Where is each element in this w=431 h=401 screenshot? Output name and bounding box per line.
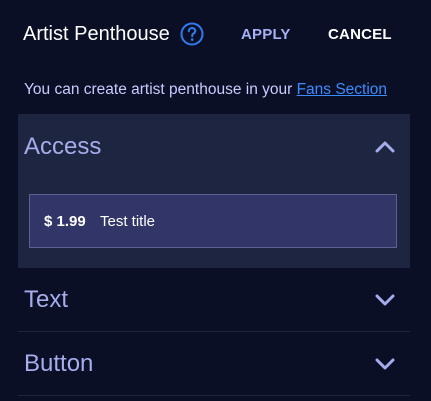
text-section-label: Text (24, 286, 69, 313)
text-section[interactable]: Text (18, 268, 410, 332)
cancel-button[interactable]: CANCEL (328, 26, 392, 43)
button-section-label: Button (24, 350, 94, 377)
text-section-header[interactable]: Text (18, 268, 410, 332)
panel-title: Artist Penthouse (23, 23, 170, 45)
access-item-title: Test title (100, 213, 156, 230)
access-section-header[interactable]: Access (18, 114, 410, 178)
info-message: You can create artist penthouse in your (24, 81, 297, 98)
panel-header: Artist Penthouse APPLY CANCEL (23, 20, 431, 50)
access-section-label: Access (24, 133, 102, 160)
chevron-up-icon[interactable] (374, 136, 396, 158)
fans-section-link[interactable]: Fans Section (297, 81, 387, 98)
help-circle-icon[interactable] (180, 22, 204, 46)
info-text: You can create artist penthouse in your … (24, 80, 387, 100)
access-item-price: $ 1.99 (44, 213, 86, 230)
button-section[interactable]: Button (18, 332, 410, 396)
access-section: Access $ 1.99 Test title (18, 114, 410, 268)
button-section-header[interactable]: Button (18, 332, 410, 396)
access-item-card[interactable]: $ 1.99 Test title (29, 194, 397, 248)
chevron-down-icon[interactable] (374, 353, 396, 375)
artist-penthouse-panel: Artist Penthouse APPLY CANCEL You can cr… (0, 0, 431, 401)
apply-button[interactable]: APPLY (241, 26, 291, 43)
chevron-down-icon[interactable] (374, 289, 396, 311)
